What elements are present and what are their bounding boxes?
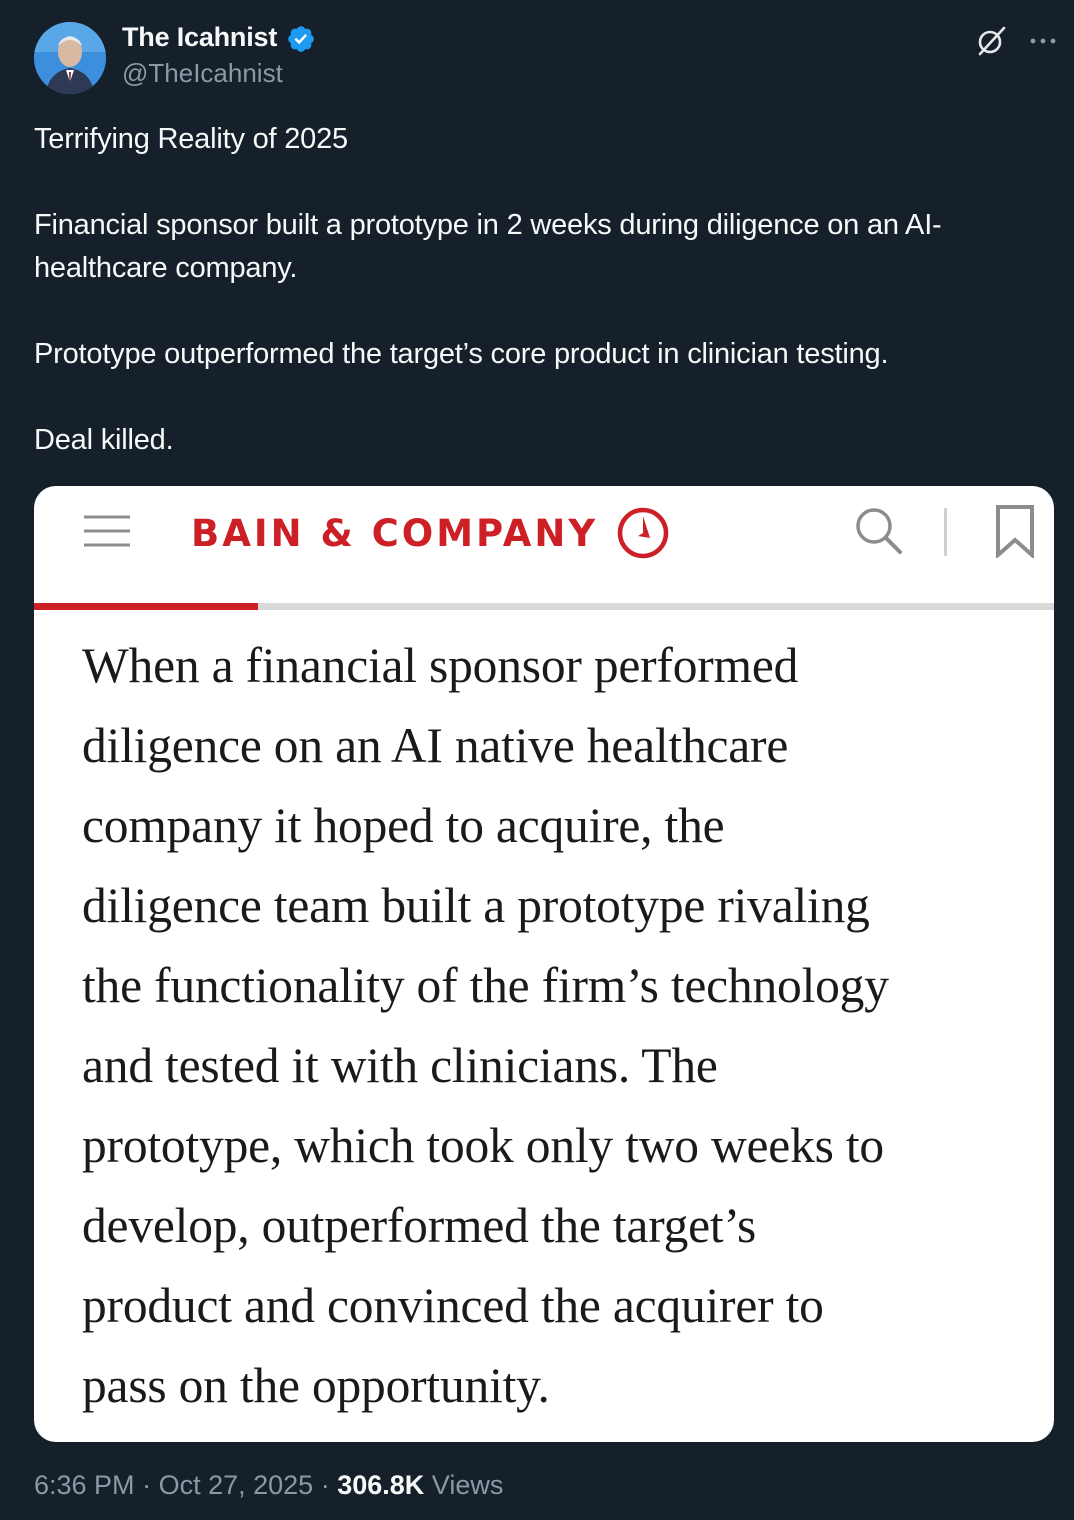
- views-count: 306.8K: [337, 1470, 425, 1500]
- tweet-meta: 6:36 PM · Oct 27, 2025 · 306.8K Views: [34, 1470, 503, 1501]
- bain-logo: BAIN & COMPANY: [191, 507, 670, 559]
- article-line: When a financial sponsor performed: [82, 638, 799, 693]
- tweet-paragraph: Terrifying Reality of 2025: [34, 123, 348, 155]
- article-excerpt: When a financial sponsor performed dilig…: [82, 626, 1022, 1426]
- tweet-time[interactable]: 6:36 PM: [34, 1470, 135, 1500]
- article-line: pass on the opportunity.: [82, 1358, 550, 1413]
- verified-badge-icon: [288, 26, 314, 52]
- article-line: company it hoped to acquire, the: [82, 798, 725, 853]
- tweet-paragraph: Financial sponsor built a prototype in 2…: [34, 209, 942, 284]
- avatar[interactable]: [34, 22, 106, 94]
- more-icon[interactable]: [1026, 26, 1060, 56]
- article-line: and tested it with clinicians. The: [82, 1038, 718, 1093]
- tweet-date[interactable]: Oct 27, 2025: [159, 1470, 314, 1500]
- bookmark-icon: [996, 505, 1034, 558]
- reading-progress-fill: [34, 603, 259, 610]
- avatar-photo: [34, 22, 106, 94]
- meta-separator: ·: [142, 1470, 159, 1500]
- article-line: the functionality of the firm’s technolo…: [82, 958, 889, 1013]
- tweet-text: Terrifying Reality of 2025 Financial spo…: [34, 118, 1044, 462]
- article-line: develop, outperformed the target’s: [82, 1198, 757, 1253]
- tweet-paragraph: Deal killed.: [34, 424, 174, 456]
- display-name[interactable]: The Icahnist: [122, 22, 277, 53]
- article-line: diligence on an AI native healthcare: [82, 718, 789, 773]
- tweet-paragraph: Prototype outperformed the target’s core…: [34, 338, 889, 370]
- media-card[interactable]: BAIN & COMPANY When a financial sponsor …: [34, 486, 1054, 1442]
- article-line: product and convinced the acquirer to: [82, 1278, 824, 1333]
- header-divider: [944, 508, 947, 556]
- search-icon: [856, 508, 902, 554]
- brand-name: BAIN & COMPANY: [191, 511, 599, 555]
- tweet-header: The Icahnist @TheIcahnist: [34, 20, 1058, 96]
- compass-logo-icon: [617, 507, 669, 559]
- menu-icon: [84, 515, 130, 547]
- handle[interactable]: @TheIcahnist: [122, 58, 283, 89]
- grok-icon[interactable]: [974, 24, 1008, 58]
- reading-progress-bar: [34, 603, 1054, 610]
- meta-separator: ·: [320, 1470, 338, 1500]
- article-line: prototype, which took only two weeks to: [82, 1118, 884, 1173]
- article-line: diligence team built a prototype rivalin…: [82, 878, 870, 933]
- views-label: Views: [431, 1470, 504, 1500]
